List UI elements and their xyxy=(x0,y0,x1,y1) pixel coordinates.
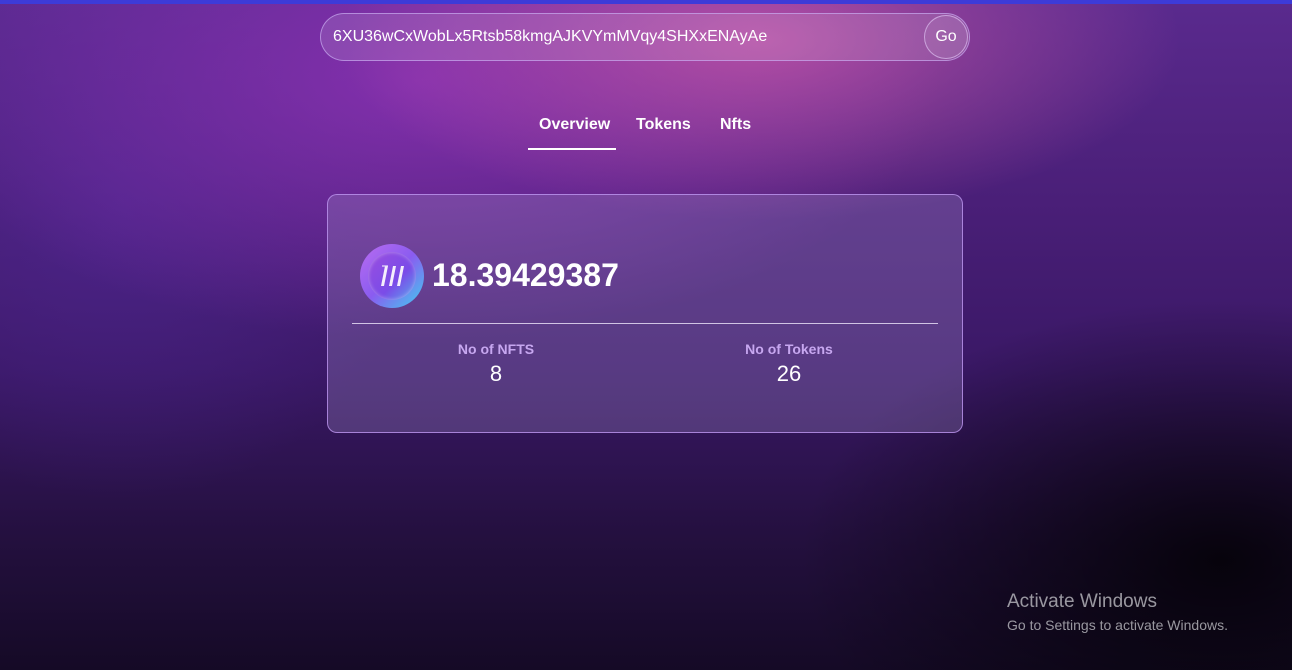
nfts-count: 8 xyxy=(489,361,503,386)
active-tab-indicator xyxy=(528,148,616,150)
nfts-stat: No of NFTS 8 xyxy=(396,341,596,387)
tab-tokens[interactable]: Tokens xyxy=(636,116,691,134)
card-divider xyxy=(352,323,938,324)
tab-nfts[interactable]: Nfts xyxy=(720,116,751,134)
overview-card: 18.39429387 No of NFTS 8 No of Tokens 26 xyxy=(327,194,963,433)
tokens-count: 26 xyxy=(776,361,802,386)
address-search-bar: Go xyxy=(320,13,970,61)
go-button[interactable]: Go xyxy=(924,15,968,59)
top-accent-bar xyxy=(0,0,1292,4)
coin-logo-icon xyxy=(360,244,424,308)
tokens-stat: No of Tokens 26 xyxy=(689,341,889,387)
tokens-label: No of Tokens xyxy=(745,341,833,357)
activate-windows-watermark: Activate Windows Go to Settings to activ… xyxy=(1007,591,1228,633)
address-input[interactable] xyxy=(333,14,913,60)
nfts-label: No of NFTS xyxy=(457,341,535,357)
tab-overview[interactable]: Overview xyxy=(539,116,610,134)
balance-value: 18.39429387 xyxy=(432,257,619,293)
watermark-subtitle: Go to Settings to activate Windows. xyxy=(1007,617,1228,633)
watermark-title: Activate Windows xyxy=(1007,591,1157,612)
